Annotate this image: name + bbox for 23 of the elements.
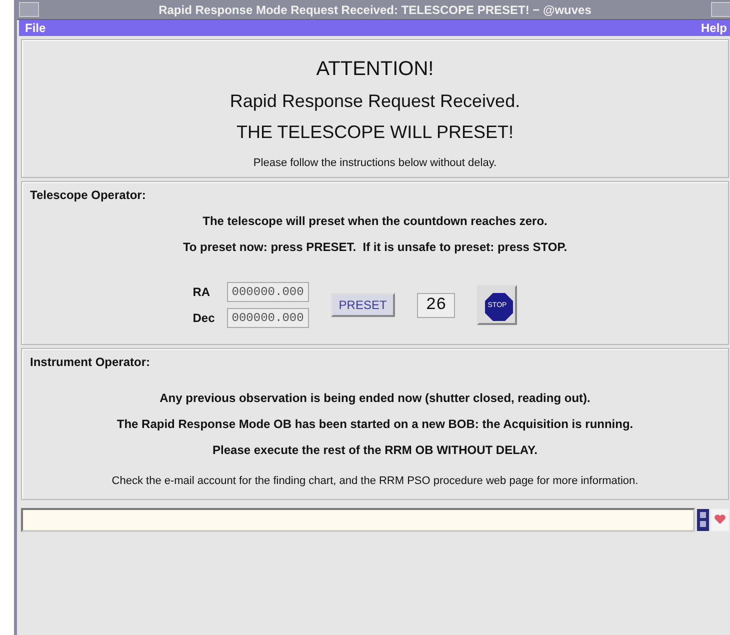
message-field[interactable] [21, 508, 695, 532]
section-title: Instrument Operator: [30, 355, 152, 369]
field-label: Dec [192, 311, 215, 325]
coordinate-field[interactable]: 000000.000 [226, 308, 309, 328]
attention-heading: ATTENTION! [315, 58, 435, 81]
menu-item[interactable]: File [25, 21, 46, 35]
note-text: Check the e-mail account for the finding chart, and the RRM PSO procedure web page for more information. [110, 475, 640, 487]
attention-text: Rapid Response Request Received. [228, 91, 522, 112]
instruction-text: The Rapid Response Mode OB has been started on a new BOB: the Acquisition is running. [116, 417, 634, 431]
section-title: Telescope Operator: [30, 188, 147, 202]
window-title: Rapid Response Mode Request Received: TELESCOPE PRESET! − @wuves [158, 2, 592, 16]
note-text: Please follow the instructions below without delay. [252, 157, 498, 169]
instruction-text: Please execute the rest of the RRM OB WITHOUT DELAY. [212, 443, 538, 457]
menu-item[interactable]: Help [700, 21, 727, 35]
preset-button[interactable]: PRESET [330, 293, 395, 317]
attention-text: THE TELESCOPE WILL PRESET! [235, 122, 515, 143]
ob-icon[interactable] [697, 509, 709, 531]
instruction-text: The telescope will preset when the countdown reaches zero. [202, 214, 548, 228]
coordinate-field[interactable]: 000000.000 [226, 282, 309, 302]
countdown-display: 26 [416, 292, 456, 318]
field-label: RA [192, 285, 212, 299]
instruction-text: Any previous observation is being ended now (shutter closed, reading out). [158, 391, 592, 405]
instruction-text: To preset now: press PRESET. If it is unsafe to preset: press STOP. [182, 240, 568, 254]
